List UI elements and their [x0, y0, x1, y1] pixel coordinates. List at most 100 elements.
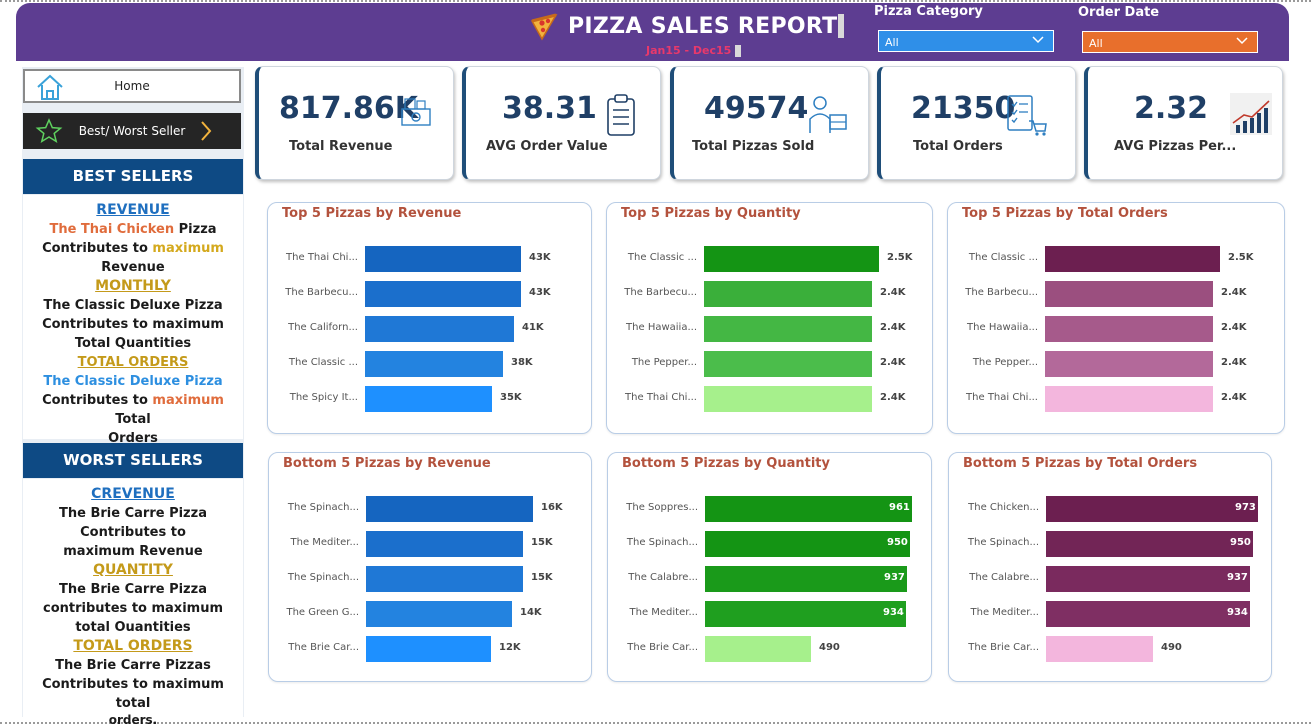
bar[interactable]	[1046, 566, 1250, 592]
best-revenue-pizza-tail: Pizza	[174, 222, 217, 237]
best-sellers-heading: BEST SELLERS	[23, 159, 243, 194]
chart-panel: Bottom 5 Pizzas by Total Orders The Chic…	[948, 452, 1272, 682]
order-date-select[interactable]: All	[1082, 31, 1258, 53]
bar-category-label: The Spinach...	[287, 572, 359, 583]
bar-value-label: 2.4K	[1221, 287, 1247, 298]
bar[interactable]	[365, 281, 521, 307]
bar[interactable]	[365, 386, 492, 412]
bar-value-label: 2.4K	[1221, 322, 1247, 333]
kpi-card-total-pizzas-sold: 49574 Total Pizzas Sold	[670, 66, 869, 180]
bar[interactable]	[366, 531, 523, 557]
chart-title: Top 5 Pizzas by Revenue	[282, 206, 462, 221]
best-revenue-line3: Revenue	[101, 260, 165, 275]
bar[interactable]	[1045, 281, 1213, 307]
bar-value-label: 2.5K	[1228, 252, 1254, 263]
worst-orders-heading: TOTAL ORDERS	[73, 638, 193, 654]
bar-value-label: 12K	[499, 642, 521, 653]
bar-category-label: The Mediter...	[629, 607, 699, 618]
chart-title: Top 5 Pizzas by Quantity	[621, 206, 801, 221]
bar[interactable]	[366, 636, 491, 662]
bar-category-label: The Barbecu...	[285, 287, 358, 298]
bar-value-label: 16K	[541, 502, 563, 513]
kpi-value: 817.86K	[279, 91, 419, 126]
pizza-category-label: Pizza Category	[874, 4, 983, 19]
bar[interactable]	[705, 636, 811, 662]
bar[interactable]	[705, 531, 910, 557]
bar-value-label: 35K	[500, 392, 522, 403]
kpi-value: 21350	[911, 91, 1016, 126]
bar-category-label: The Chicken...	[968, 502, 1039, 513]
bar[interactable]	[1045, 386, 1213, 412]
bar[interactable]	[705, 601, 906, 627]
home-button[interactable]: Home	[23, 69, 241, 103]
pizza-category-select[interactable]: All	[878, 30, 1054, 52]
worst-sellers-heading: WORST SELLERS	[23, 443, 243, 478]
bar-category-label: The Spinach...	[287, 502, 359, 513]
bar-value-label: 490	[1161, 642, 1182, 653]
bar-category-label: The Brie Car...	[968, 642, 1039, 653]
bar-category-label: The Classic ...	[288, 357, 358, 368]
bar[interactable]	[1046, 636, 1153, 662]
bar[interactable]	[365, 316, 514, 342]
bar[interactable]	[365, 351, 503, 377]
chevron-right-icon	[201, 121, 212, 141]
bar-category-label: The Thai Chi...	[625, 392, 697, 403]
bar[interactable]	[1045, 246, 1220, 272]
checklist-cart-icon	[1007, 95, 1047, 136]
bar[interactable]	[1045, 316, 1213, 342]
bar-value-label: 43K	[529, 252, 551, 263]
worst-sellers-panel: CREVENUE The Brie Carre Pizza Contribute…	[23, 479, 243, 724]
bar-value-label: 2.4K	[880, 322, 906, 333]
chart-panel: Bottom 5 Pizzas by Revenue The Spinach..…	[268, 452, 592, 682]
bar[interactable]	[1046, 601, 1250, 627]
chart-panel: Bottom 5 Pizzas by Quantity The Soppres.…	[607, 452, 932, 682]
bar[interactable]	[704, 281, 872, 307]
bar[interactable]	[1046, 496, 1258, 522]
bar-category-label: The Pepper...	[972, 357, 1038, 368]
chevron-down-icon	[1032, 36, 1044, 44]
bar-category-label: The Soppres...	[626, 502, 698, 513]
best-orders-line2a: Contributes to	[42, 393, 153, 408]
worst-orders-text-b: Contributes to maximum total	[42, 677, 224, 711]
bar[interactable]	[1046, 531, 1253, 557]
bar[interactable]	[704, 316, 872, 342]
order-date-label: Order Date	[1078, 5, 1160, 20]
bar-value-label: 973	[1235, 502, 1256, 513]
kpi-label: AVG Order Value	[486, 139, 608, 154]
worst-revenue-text: The Brie Carre Pizza Contributes to maxi…	[59, 506, 207, 559]
report-header: PIZZA SALES REPORT Jan15 - Dec15 Pizza C…	[16, 3, 1289, 61]
bar-value-label: 2.4K	[880, 287, 906, 298]
bar-category-label: The Spinach...	[626, 537, 698, 548]
best-revenue-line2a: Contributes to	[42, 241, 153, 256]
title-group: PIZZA SALES REPORT	[528, 9, 845, 43]
bar[interactable]	[704, 386, 872, 412]
best-worst-seller-button[interactable]: Best/ Worst Seller	[23, 113, 241, 149]
chart-panel: Top 5 Pizzas by Quantity The Classic ...…	[606, 202, 933, 434]
bar[interactable]	[705, 566, 907, 592]
delivery-icon	[809, 96, 847, 133]
kpi-card-avg-pizzas-per-order: 2.32 AVG Pizzas Per...	[1084, 66, 1283, 180]
bar[interactable]	[366, 496, 533, 522]
bar-category-label: The Classic ...	[968, 252, 1038, 263]
home-label: Home	[114, 79, 150, 93]
kpi-card-avg-order-value: 38.31 AVG Order Value	[462, 66, 661, 180]
bar[interactable]	[705, 496, 912, 522]
kpi-label: Total Orders	[913, 139, 1003, 154]
text-cursor	[838, 14, 845, 38]
kpi-value: 2.32	[1134, 91, 1209, 126]
bar[interactable]	[366, 601, 512, 627]
best-revenue-line2b: maximum	[152, 241, 224, 256]
bar[interactable]	[1045, 351, 1213, 377]
bar-category-label: The Spicy It...	[289, 392, 358, 403]
best-monthly-heading: MONTHLY	[95, 278, 171, 294]
best-orders-line2b: maximum	[152, 393, 224, 408]
bar[interactable]	[704, 351, 872, 377]
best-orders-line2: Contributes to maximum Total	[23, 391, 243, 429]
bar[interactable]	[366, 566, 523, 592]
chart-title: Bottom 5 Pizzas by Total Orders	[963, 456, 1198, 471]
bar[interactable]	[704, 246, 879, 272]
best-orders-heading: TOTAL ORDERS	[77, 355, 189, 370]
bar-category-label: The Calabre...	[628, 572, 698, 583]
chevron-down-icon	[1236, 37, 1248, 45]
bar[interactable]	[365, 246, 521, 272]
